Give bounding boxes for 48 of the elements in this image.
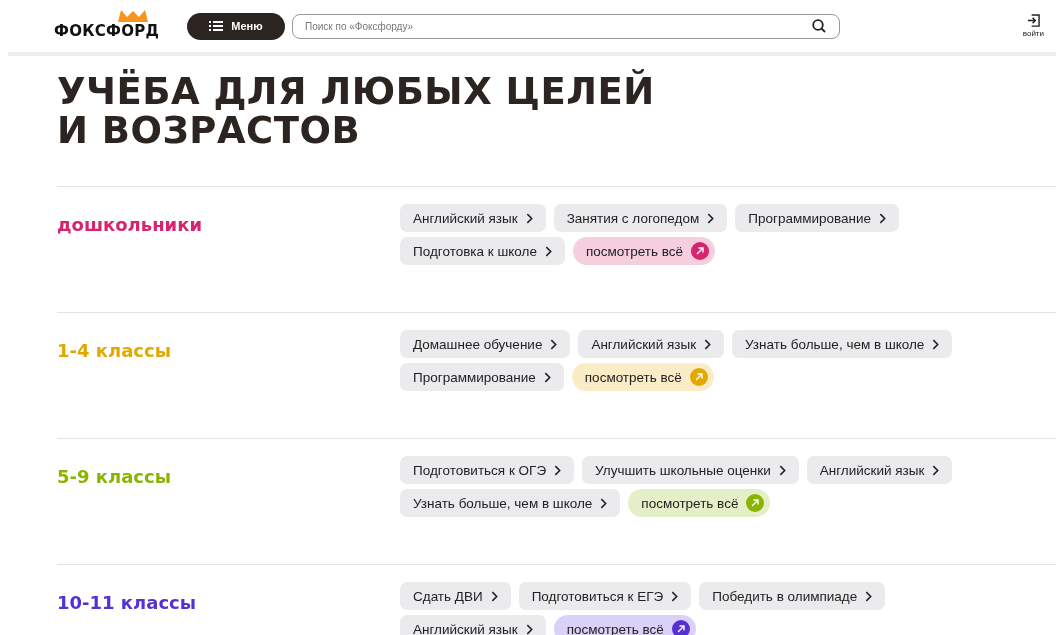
category-link[interactable]: Домашнее обучение (400, 330, 571, 358)
category-link[interactable]: Подготовиться к ЕГЭ (518, 582, 692, 610)
chevron-icon (550, 338, 558, 350)
chevron-icon (525, 623, 533, 635)
chevron-icon (525, 212, 533, 224)
category-link[interactable]: Занятия с логопедом (553, 204, 728, 232)
see-all-link[interactable]: посмотреть всё (572, 237, 715, 265)
category-link[interactable]: Английский язык (806, 456, 953, 484)
chevron-icon (932, 338, 940, 350)
category-link[interactable]: Улучшить школьные оценки (582, 456, 799, 484)
section-heading: 10-11 классы (57, 592, 197, 615)
category-link[interactable]: Английский язык (400, 204, 546, 232)
chevron-icon (707, 212, 715, 224)
section-heading: 5-9 классы (57, 466, 172, 489)
category-link[interactable]: Узнать больше, чем в школе (732, 330, 953, 358)
category-link[interactable]: Подготовиться к ОГЭ (400, 456, 575, 484)
logo[interactable]: ФОКСФОРД (54, 22, 160, 40)
search-field[interactable]: Поиск по «Фоксфорду» (292, 13, 840, 39)
section-heading: 1-4 классы (57, 340, 172, 363)
chevron-icon (879, 212, 887, 224)
category-link[interactable]: Английский язык (400, 615, 546, 635)
chevron-icon (932, 464, 940, 476)
chevron-icon (490, 590, 498, 602)
category-link[interactable]: Узнать больше, чем в школе (400, 489, 621, 517)
see-all-link[interactable]: посмотреть всё (628, 489, 771, 517)
chevron-icon (544, 245, 552, 257)
menu-button[interactable]: Меню (187, 12, 285, 40)
category-link[interactable]: Программирование (400, 363, 564, 391)
login-icon (1026, 14, 1040, 27)
category-link[interactable]: Программирование (735, 204, 900, 232)
menu-icon (209, 21, 224, 31)
crown-icon (118, 10, 148, 22)
section-heading: дошкольники (57, 214, 204, 237)
category-link[interactable]: Английский язык (578, 330, 725, 358)
chevron-icon (554, 464, 562, 476)
chevron-icon (600, 497, 608, 509)
chevron-icon (671, 590, 679, 602)
arrow-icon (671, 620, 690, 635)
category-link[interactable]: Подготовка к школе (400, 237, 565, 265)
login-link[interactable]: войти (1022, 14, 1044, 38)
category-link[interactable]: Победить в олимпиаде (699, 582, 886, 610)
chevron-icon (865, 590, 873, 602)
chevron-icon (543, 371, 551, 383)
search-icon[interactable] (812, 19, 826, 33)
category-link[interactable]: Сдать ДВИ (400, 582, 511, 610)
chevron-icon (778, 464, 786, 476)
see-all-link[interactable]: посмотреть всё (571, 363, 714, 391)
chevron-icon (704, 338, 712, 350)
